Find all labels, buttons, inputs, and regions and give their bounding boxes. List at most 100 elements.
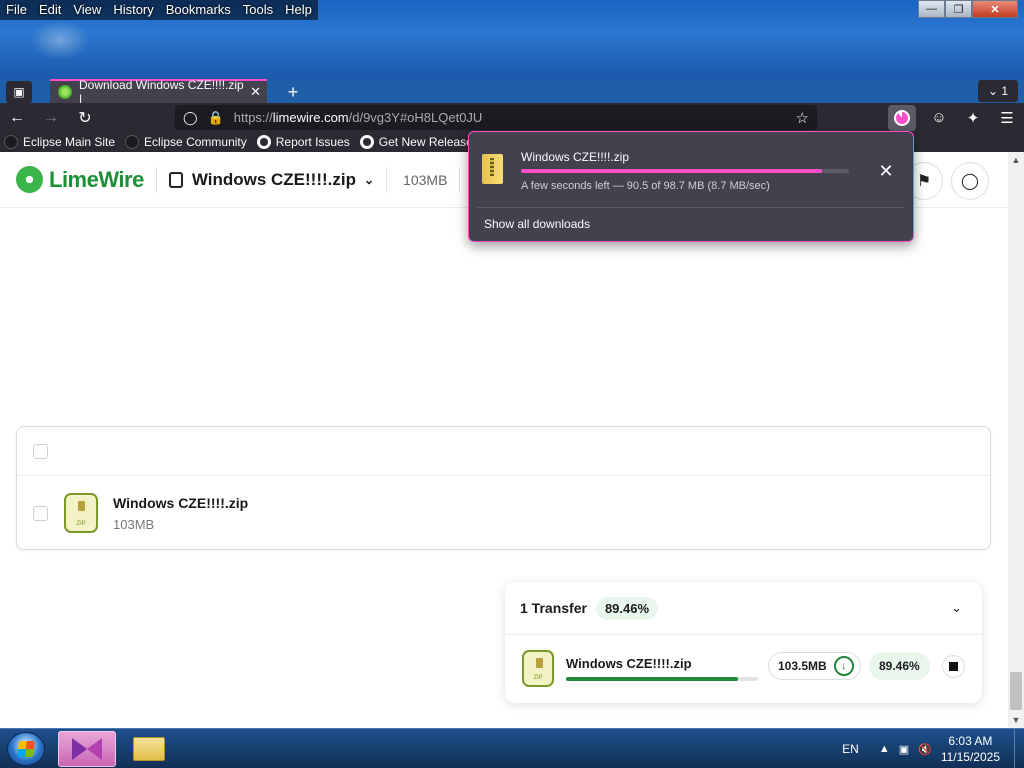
scroll-down-arrow-icon[interactable]: ▼ — [1008, 712, 1024, 728]
file-size-label: 103MB — [403, 171, 448, 188]
close-icon: ✕ — [878, 160, 894, 181]
forward-arrow-icon: → — [43, 108, 59, 126]
transfer-size-pill: 103.5MB ↓ — [768, 652, 861, 680]
eclipse-icon — [4, 135, 18, 149]
firefox-view-button[interactable]: ▣ — [6, 81, 32, 103]
tab-active[interactable]: Download Windows CZE!!!!.zip | ✕ — [50, 78, 267, 106]
clock[interactable]: 6:03 AM 11/15/2025 — [941, 733, 1000, 765]
extensions-button[interactable]: ✦ — [956, 103, 990, 132]
menu-bar: File Edit View History Bookmarks Tools H… — [0, 0, 318, 20]
show-desktop-button[interactable] — [1014, 729, 1024, 768]
select-all-checkbox[interactable] — [33, 443, 48, 459]
file-list-card: ZIP Windows CZE!!!!.zip 103MB — [16, 426, 991, 550]
window-controls: — ❐ ✕ — [918, 0, 1018, 18]
file-list-header — [17, 427, 990, 476]
bookmark-eclipse-main[interactable]: Eclipse Main Site — [4, 135, 115, 149]
account-button[interactable]: ☺ — [922, 103, 956, 132]
file-checkbox[interactable] — [33, 505, 48, 521]
show-hidden-icons-icon[interactable]: ▲ — [879, 743, 890, 755]
bookmark-get-new-releases[interactable]: Get New Releases — [359, 135, 479, 149]
folder-icon — [133, 737, 165, 761]
tab-list-all-button[interactable]: ⌄ 1 — [978, 80, 1018, 102]
downloads-panel: Windows CZE!!!!.zip A few seconds left —… — [468, 131, 914, 242]
file-size: 103MB — [113, 516, 155, 532]
file-row[interactable]: ZIP Windows CZE!!!!.zip 103MB — [17, 476, 990, 550]
scrollbar-thumb[interactable] — [1010, 672, 1022, 710]
chevron-down-icon: ⌄ — [363, 172, 375, 187]
start-button[interactable] — [7, 732, 45, 766]
volume-muted-icon[interactable]: 🔇 — [918, 743, 932, 756]
download-item[interactable]: Windows CZE!!!!.zip A few seconds left —… — [469, 132, 913, 206]
taskbar-app-explorer[interactable] — [120, 731, 178, 767]
download-progress-fill — [521, 169, 822, 173]
url-bar[interactable]: ◯ 🔒 https://limewire.com/d/9vg3Y#oH8LQet… — [175, 105, 817, 130]
scroll-up-arrow-icon[interactable]: ▲ — [1008, 152, 1024, 168]
tab-strip: ▣ Download Windows CZE!!!!.zip | ✕ + ⌄ 1 — [0, 78, 1024, 106]
zipper-shape — [78, 501, 85, 511]
bookmark-report-issues[interactable]: Report Issues — [256, 135, 350, 149]
shield-icon[interactable]: ◯ — [183, 110, 198, 126]
transfer-percent-badge: 89.46% — [595, 596, 659, 620]
stop-transfer-button[interactable] — [942, 655, 965, 678]
minimize-button[interactable]: — — [918, 0, 945, 18]
close-window-button[interactable]: ✕ — [972, 0, 1018, 18]
visual-studio-icon — [72, 738, 102, 760]
limewire-logo-text: LimeWire — [49, 166, 144, 192]
zip-file-icon: ZIP — [64, 493, 98, 533]
system-tray: EN ▲ ▣ 🔇 6:03 AM 11/15/2025 — [842, 729, 1024, 768]
menu-tools[interactable]: Tools — [236, 0, 280, 20]
url-host: limewire.com — [272, 110, 349, 125]
file-title-text: Windows CZE!!!!.zip — [191, 169, 356, 189]
cancel-download-button[interactable]: ✕ — [873, 158, 899, 184]
app-menu-button[interactable]: ☰ — [990, 103, 1024, 132]
download-progress-bar — [521, 169, 849, 173]
menu-edit[interactable]: Edit — [32, 0, 68, 20]
transfer-progress-bar — [566, 677, 758, 681]
tab-count: 1 — [1001, 84, 1009, 98]
back-button[interactable]: ← — [0, 103, 34, 132]
stop-icon — [949, 662, 958, 671]
download-file-name: Windows CZE!!!!.zip — [521, 150, 630, 164]
file-info: Windows CZE!!!!.zip 103MB — [113, 495, 248, 532]
transfer-panel-header[interactable]: 1 Transfer 89.46% ⌄ — [505, 582, 982, 635]
menu-help[interactable]: Help — [279, 0, 318, 20]
lock-icon[interactable]: 🔒 — [208, 110, 224, 126]
forward-button[interactable]: → — [34, 103, 68, 132]
language-indicator[interactable]: EN — [842, 742, 859, 756]
eclipse-icon — [125, 135, 140, 149]
limewire-logo[interactable]: LimeWire — [16, 166, 144, 193]
chevron-down-icon: ⌄ — [987, 84, 999, 98]
network-icon[interactable]: ▣ — [899, 743, 909, 756]
menu-bookmarks[interactable]: Bookmarks — [159, 0, 237, 20]
transfer-title: 1 Transfer — [520, 600, 587, 616]
bookmark-label: Get New Releases — [378, 135, 479, 149]
hamburger-icon: ☰ — [1000, 109, 1014, 127]
window-titlebar: File Edit View History Bookmarks Tools H… — [0, 0, 1024, 79]
page-scrollbar[interactable]: ▲ ▼ — [1008, 152, 1024, 728]
github-icon — [256, 135, 271, 149]
collapse-chevron-icon[interactable]: ⌄ — [951, 600, 962, 616]
tab-close-icon[interactable]: ✕ — [250, 84, 261, 100]
downloads-button[interactable] — [888, 104, 916, 131]
puzzle-icon: ✦ — [966, 109, 980, 127]
menu-history[interactable]: History — [107, 0, 160, 20]
zip-file-icon: ZIP — [522, 650, 554, 687]
bookmark-star-icon[interactable]: ☆ — [796, 109, 809, 127]
file-title-dropdown[interactable]: Windows CZE!!!!.zip ⌄ — [168, 169, 375, 190]
taskbar-app-visual-studio[interactable] — [58, 731, 116, 767]
menu-file[interactable]: File — [0, 0, 33, 20]
zip-icon-label: ZIP — [533, 675, 543, 681]
transfer-item: ZIP Windows CZE!!!!.zip 103.5MB ↓ 89.46% — [505, 635, 982, 702]
transfer-size: 103.5MB — [778, 659, 827, 673]
reload-button[interactable]: ↻ — [68, 103, 102, 132]
menu-view[interactable]: View — [67, 0, 108, 20]
bookmark-eclipse-community[interactable]: Eclipse Community — [125, 135, 247, 149]
download-status: A few seconds left — 90.5 of 98.7 MB (8.… — [521, 180, 770, 192]
chat-button[interactable]: ◯ — [951, 162, 989, 200]
header-divider — [459, 166, 461, 193]
maximize-button[interactable]: ❐ — [945, 0, 972, 18]
github-icon — [359, 135, 374, 149]
new-tab-button[interactable]: + — [281, 81, 305, 103]
bookmark-label: Report Issues — [275, 135, 350, 149]
show-all-downloads-link[interactable]: Show all downloads — [484, 217, 590, 231]
